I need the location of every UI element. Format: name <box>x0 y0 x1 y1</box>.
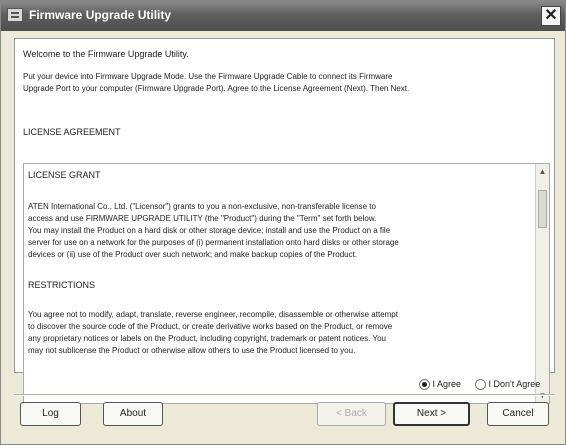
restriction-line: You agree not to modify, adapt, translat… <box>28 310 398 319</box>
about-button[interactable]: About <box>103 402 163 426</box>
restriction-line: to discover the source code of the Produ… <box>28 322 393 331</box>
disagree-option[interactable]: I Don't Agree <box>475 379 541 391</box>
agree-label: I Agree <box>432 379 462 389</box>
content-panel: Welcome to the Firmware Upgrade Utility.… <box>14 38 555 404</box>
restrictions-heading: RESTRICTIONS <box>28 280 96 290</box>
instruction-line-2: Upgrade Port to your computer (Firmware … <box>23 84 410 93</box>
license-grant-heading: LICENSE GRANT <box>28 170 101 180</box>
license-grant-line: access and use FIRMWARE UPGRADE UTILITY … <box>28 214 377 223</box>
instruction-line-1: Put your device into Firmware Upgrade Mo… <box>23 72 393 81</box>
license-grant-line: You may install the Product on a hard di… <box>28 226 391 235</box>
license-scrollbar[interactable]: ▲ ▼ <box>535 164 549 403</box>
disagree-label: I Don't Agree <box>488 379 541 389</box>
license-text-area[interactable]: LICENSE GRANT ATEN International Co., Lt… <box>23 163 550 404</box>
license-grant-line: ATEN International Co., Ltd. ("Licensor"… <box>28 202 376 211</box>
restriction-line: may not sublicense the Product or otherw… <box>28 346 356 355</box>
scroll-up-icon[interactable]: ▲ <box>537 166 548 177</box>
window-title: Firmware Upgrade Utility <box>29 8 172 22</box>
upgrade-utility-window: Firmware Upgrade Utility ✕ Welcome to th… <box>0 0 566 445</box>
license-grant-line: server for use on a network for the purp… <box>28 238 399 247</box>
agree-option[interactable]: I Agree <box>419 379 462 391</box>
back-button[interactable]: < Back <box>317 402 386 426</box>
license-heading: LICENSE AGREEMENT <box>23 127 121 137</box>
cancel-button[interactable]: Cancel <box>487 402 549 426</box>
close-icon: ✕ <box>544 7 558 24</box>
title-bar[interactable]: Firmware Upgrade Utility ✕ <box>1 1 565 31</box>
button-divider <box>14 394 555 396</box>
agree-radio[interactable] <box>419 379 430 391</box>
close-button[interactable]: ✕ <box>541 6 561 26</box>
scroll-thumb[interactable] <box>538 190 547 228</box>
log-button[interactable]: Log <box>20 402 81 426</box>
app-icon <box>7 8 23 22</box>
restriction-line: any proprietary notices or labels on the… <box>28 334 386 343</box>
next-button[interactable]: Next > <box>393 402 470 426</box>
welcome-text: Welcome to the Firmware Upgrade Utility. <box>23 49 189 59</box>
disagree-radio[interactable] <box>475 379 486 391</box>
license-grant-line: devices or (ii) use of the Product over … <box>28 250 358 259</box>
